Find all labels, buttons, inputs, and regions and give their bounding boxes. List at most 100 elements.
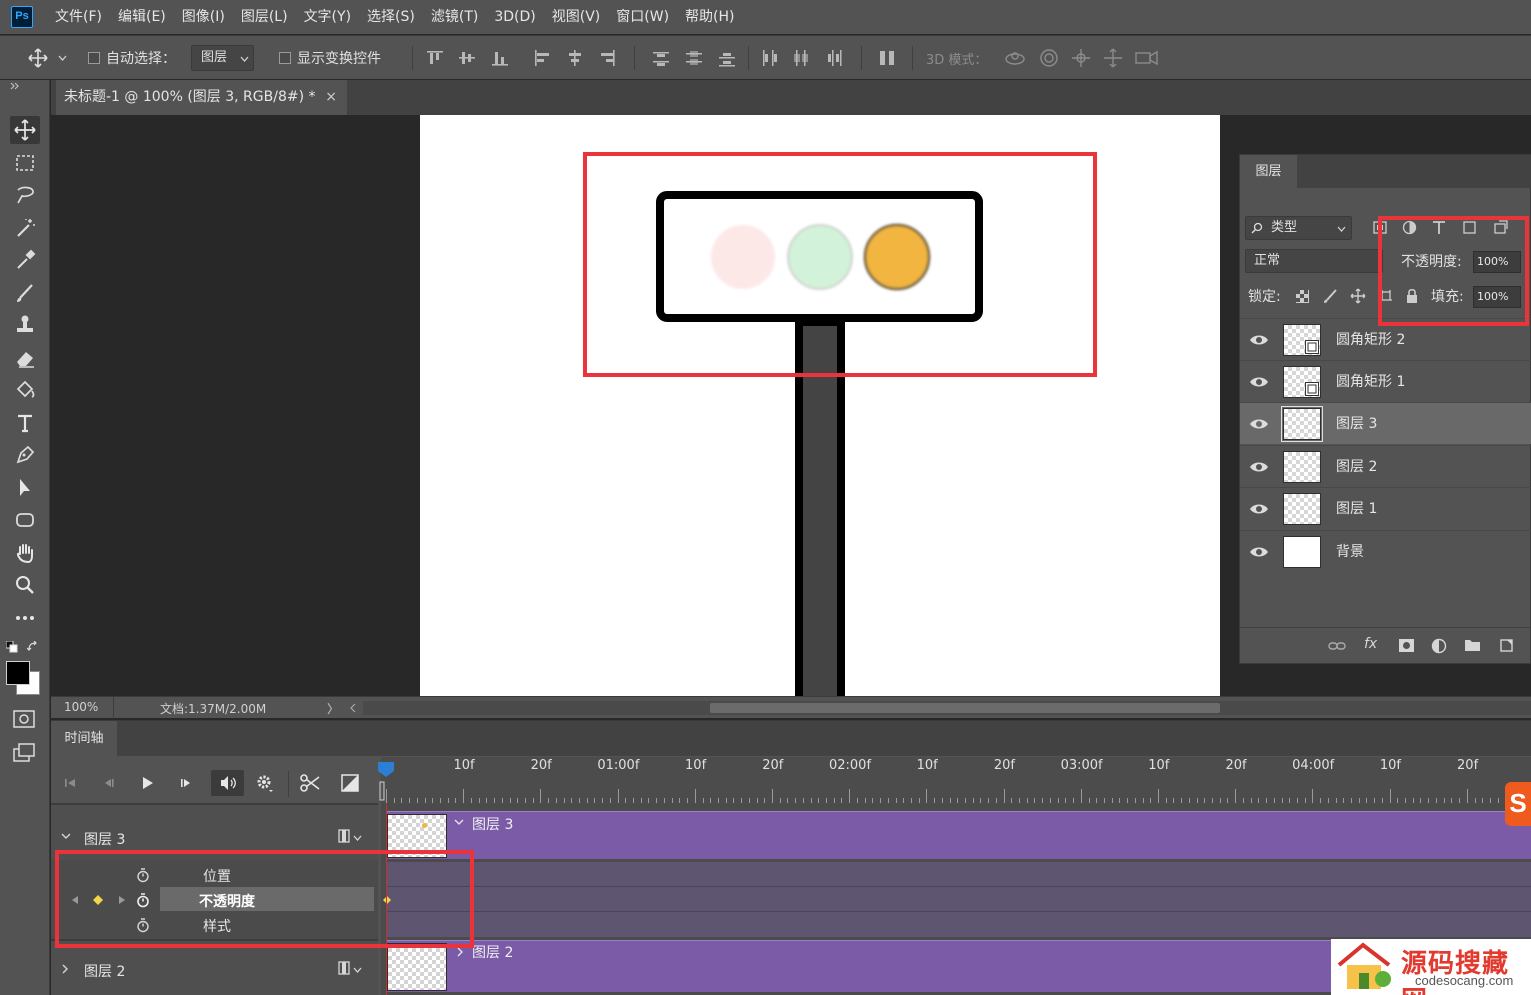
property-row-position[interactable]: 位置 [51, 862, 378, 887]
quick-mask-icon[interactable] [13, 710, 35, 728]
previous-frame-button[interactable] [94, 770, 122, 796]
stopwatch-icon[interactable] [136, 918, 150, 933]
zoom-tool-button[interactable] [10, 571, 40, 599]
layer-name[interactable]: 图层 1 [1336, 488, 1377, 530]
type-tool-button[interactable] [10, 409, 40, 437]
track-header-layer3[interactable]: 图层 3 [51, 803, 378, 860]
filter-smart-object-icon[interactable] [1493, 220, 1508, 235]
align-horizontal-center-icon[interactable] [566, 49, 584, 67]
lock-position-icon[interactable] [1350, 288, 1366, 304]
layer-row[interactable]: 背景 [1240, 530, 1531, 572]
blend-mode-select[interactable]: 正常 [1245, 249, 1383, 273]
stopwatch-icon[interactable] [136, 893, 150, 908]
clip-layer3[interactable]: 图层 3 [386, 811, 1531, 859]
property-row-opacity[interactable]: 不透明度 [51, 887, 378, 912]
menu-select[interactable]: 选择(S) [359, 0, 423, 34]
layer-row[interactable]: 圆角矩形 1 [1240, 360, 1531, 402]
lock-artboard-icon[interactable] [1378, 288, 1394, 304]
lock-image-pixels-icon[interactable] [1323, 288, 1339, 304]
show-transform-checkbox[interactable]: 显示变换控件 [279, 36, 381, 80]
move-tool-preset-icon[interactable] [28, 48, 48, 68]
play-button[interactable] [133, 770, 161, 796]
visibility-eye-icon[interactable] [1249, 373, 1269, 391]
default-colors-icon[interactable] [6, 641, 18, 653]
lock-transparent-pixels-icon[interactable] [1295, 289, 1310, 304]
previous-keyframe-icon[interactable] [71, 895, 79, 905]
zoom-level[interactable]: 100% [64, 700, 98, 714]
tab-layers[interactable]: 图层 [1240, 155, 1297, 188]
menu-edit[interactable]: 编辑(E) [110, 0, 174, 34]
menu-image[interactable]: 图像(I) [174, 0, 233, 34]
show-transform-box[interactable] [279, 52, 291, 64]
chevron-down-icon[interactable] [353, 967, 362, 974]
split-at-playhead-button[interactable] [296, 770, 324, 796]
3d-roll-icon[interactable] [1039, 48, 1059, 68]
magic-wand-tool-button[interactable] [10, 214, 40, 242]
tab-timeline[interactable]: 时间轴 [51, 721, 117, 756]
filter-adjustment-icon[interactable] [1402, 220, 1417, 235]
eyedropper-tool-button[interactable] [10, 246, 40, 274]
shape-tool-button[interactable] [10, 506, 40, 534]
visibility-eye-icon[interactable] [1249, 500, 1269, 518]
scrollbar-thumb[interactable] [710, 703, 1220, 713]
mute-audio-button[interactable] [211, 770, 244, 796]
paint-bucket-tool-button[interactable] [10, 376, 40, 404]
track-header-layer2[interactable]: 图层 2 [51, 939, 378, 995]
visibility-eye-icon[interactable] [1249, 331, 1269, 349]
layer-name[interactable]: 圆角矩形 2 [1336, 319, 1405, 361]
visibility-eye-icon[interactable] [1249, 415, 1269, 433]
3d-pan-icon[interactable] [1071, 48, 1091, 68]
chevron-right-icon[interactable] [456, 947, 464, 957]
add-mask-icon[interactable] [1398, 638, 1415, 653]
menu-file[interactable]: 文件(F) [47, 0, 110, 34]
marquee-tool-button[interactable] [10, 149, 40, 177]
lasso-tool-button[interactable] [10, 181, 40, 209]
filter-shape-icon[interactable] [1462, 220, 1477, 235]
status-info-arrow[interactable]: 〉 [327, 700, 339, 717]
close-tab-icon[interactable]: × [325, 80, 337, 114]
chevron-down-icon[interactable] [353, 835, 362, 842]
menu-view[interactable]: 视图(V) [544, 0, 609, 34]
visibility-eye-icon[interactable] [1249, 543, 1269, 561]
filter-type-icon[interactable] [1432, 220, 1446, 235]
menu-layer[interactable]: 图层(L) [233, 0, 296, 34]
timeline-ruler[interactable]: 10f 20f 01:00f 10f 20f 02:00f 10f 20f 03:00f 10f 2… [378, 757, 1531, 803]
distribute-horizontal-center-icon[interactable] [792, 49, 810, 67]
layer-name[interactable]: 背景 [1336, 531, 1364, 573]
property-row-style[interactable]: 样式 [51, 912, 378, 937]
align-top-icon[interactable] [426, 49, 444, 67]
stopwatch-icon[interactable] [136, 868, 150, 883]
chevron-down-icon[interactable] [58, 54, 67, 62]
more-tools-button[interactable] [10, 604, 40, 632]
brush-tool-button[interactable] [10, 279, 40, 307]
document-tab[interactable]: 未标题-1 @ 100% (图层 3, RGB/8#) * × [56, 80, 347, 115]
new-layer-icon[interactable] [1499, 638, 1514, 653]
film-strip-icon[interactable] [338, 829, 350, 843]
next-keyframe-icon[interactable] [118, 895, 126, 905]
align-vertical-center-icon[interactable] [458, 49, 476, 67]
menu-help[interactable]: 帮助(H) [677, 0, 742, 34]
screen-mode-icon[interactable] [13, 743, 35, 763]
chevron-down-icon[interactable] [454, 818, 464, 826]
distribute-vertical-center-icon[interactable] [685, 49, 703, 67]
new-group-icon[interactable] [1464, 638, 1481, 652]
distribute-top-icon[interactable] [652, 49, 670, 67]
layer-row-selected[interactable]: 图层 3 [1240, 402, 1531, 444]
distribute-left-icon[interactable] [760, 49, 778, 67]
layer-row[interactable]: 图层 1 [1240, 487, 1531, 529]
foreground-color-swatch[interactable] [6, 661, 30, 685]
distribute-right-icon[interactable] [825, 49, 843, 67]
horizontal-scrollbar[interactable] [363, 701, 1531, 715]
keyframe-diamond-icon[interactable] [92, 894, 104, 906]
keyframe-diamond-icon[interactable] [382, 895, 392, 905]
playhead-marker-icon[interactable] [377, 761, 395, 801]
scroll-left-icon[interactable] [349, 703, 357, 713]
menu-3d[interactable]: 3D(D) [486, 0, 543, 34]
menu-window[interactable]: 窗口(W) [608, 0, 677, 34]
layer-name[interactable]: 图层 2 [1336, 446, 1377, 488]
opacity-input[interactable]: 100% [1473, 251, 1521, 273]
3d-slide-icon[interactable] [1103, 48, 1123, 68]
layer-row[interactable]: 图层 2 [1240, 445, 1531, 487]
collapse-panel-icon[interactable] [10, 82, 20, 90]
lock-all-icon[interactable] [1405, 288, 1419, 304]
